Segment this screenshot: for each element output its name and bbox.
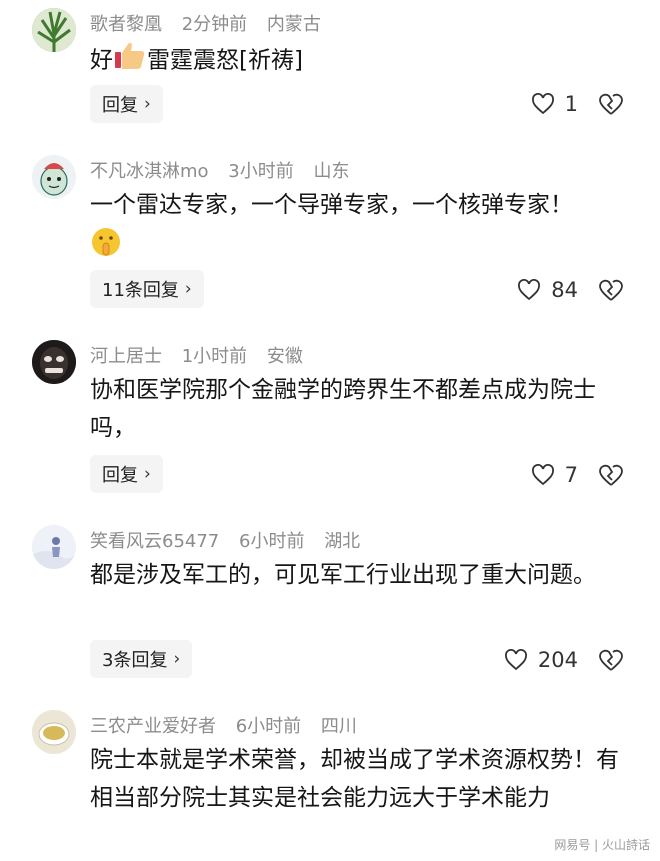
location: 四川: [320, 716, 357, 737]
timestamp: 2分钟前: [181, 14, 248, 35]
like-count: 84: [551, 278, 578, 302]
reply-button[interactable]: 3条回复 ›: [90, 640, 193, 678]
username[interactable]: 歌者黎凰: [90, 14, 162, 35]
avatar[interactable]: [32, 155, 76, 199]
comment-text-body: 院士本就是学术荣誉，却被当成了学术资源权势！有相当部分院士其实是社会能力远大于学…: [90, 747, 619, 811]
username[interactable]: 笑看风云65477: [90, 531, 219, 552]
tea-avatar-icon: [32, 710, 76, 754]
reply-button[interactable]: 11条回复 ›: [90, 270, 204, 308]
cartoon-avatar-icon: [32, 155, 76, 199]
heart-icon: [518, 279, 541, 301]
avatar[interactable]: [32, 525, 76, 569]
timestamp: 3小时前: [228, 161, 294, 182]
comment-meta: 三农产业爱好者 6小时前 四川: [90, 712, 371, 738]
snow-avatar-icon: [32, 525, 76, 569]
like-count: 204: [537, 648, 578, 672]
chevron-right-icon: ›: [173, 649, 181, 669]
mask-avatar-icon: [32, 340, 76, 384]
like-button[interactable]: 7: [531, 463, 578, 487]
avatar[interactable]: [32, 710, 76, 754]
location: 山东: [313, 161, 350, 182]
comment-text-body: 都是涉及军工的，可见军工行业出现了重大问题。: [90, 562, 596, 588]
dislike-icon[interactable]: [598, 278, 624, 302]
plant-avatar-icon: [32, 8, 76, 52]
avatar[interactable]: [32, 8, 76, 52]
comment-text: 都是涉及军工的，可见军工行业出现了重大问题。: [90, 556, 635, 594]
location: 内蒙古: [266, 14, 321, 35]
comment-meta: 不凡冰淇淋mo 3小时前 山东: [90, 157, 363, 183]
thumbs-up-icon: [113, 40, 147, 82]
heart-icon: [531, 464, 554, 486]
comment-text-part: 雷霆震怒[祈祷]: [147, 47, 303, 74]
timestamp: 1小时前: [181, 346, 248, 367]
comment-meta: 河上居士 1小时前 安徽: [90, 342, 317, 368]
comment-text-body: 协和医学院那个金融学的跨界生不都差点成为院士吗，: [90, 377, 596, 441]
watermark: 网易号 | 火山詩话: [554, 838, 650, 852]
chevron-right-icon: ›: [144, 94, 151, 114]
shush-emoji-icon: [90, 226, 122, 262]
username[interactable]: 不凡冰淇淋mo: [90, 161, 209, 182]
username[interactable]: 三农产业爱好者: [90, 716, 216, 737]
reply-button[interactable]: 回复 ›: [90, 455, 163, 493]
heart-icon: [531, 93, 554, 115]
timestamp: 6小时前: [239, 531, 305, 552]
like-button[interactable]: 84: [517, 278, 578, 302]
reply-label: 回复: [102, 465, 138, 486]
comment-meta: 歌者黎凰 2分钟前 内蒙古: [90, 10, 335, 36]
comment-text-part: 好: [90, 47, 113, 74]
reply-label: 3条回复: [102, 650, 168, 671]
dislike-icon[interactable]: [598, 648, 624, 672]
reply-button[interactable]: 回复 ›: [90, 85, 163, 123]
dislike-icon[interactable]: [598, 463, 624, 487]
comment-text: 好 雷霆震怒[祈祷]: [90, 40, 635, 82]
reply-label: 回复: [102, 95, 138, 116]
like-button[interactable]: 1: [531, 92, 578, 116]
dislike-icon[interactable]: [598, 92, 624, 116]
comment-text-body: 一个雷达专家，一个导弹专家，一个核弹专家！: [90, 192, 573, 218]
like-count: 7: [564, 463, 578, 487]
like-count: 1: [564, 92, 578, 116]
location: 湖北: [324, 531, 361, 552]
chevron-right-icon: ›: [144, 464, 151, 484]
timestamp: 6小时前: [235, 716, 302, 737]
location: 安徽: [266, 346, 303, 367]
like-button[interactable]: 204: [504, 648, 578, 672]
username[interactable]: 河上居士: [90, 346, 162, 367]
comment-text: 协和医学院那个金融学的跨界生不都差点成为院士吗，: [90, 371, 635, 447]
comment-text: 一个雷达专家，一个导弹专家，一个核弹专家！: [90, 186, 635, 224]
chevron-right-icon: ›: [184, 279, 192, 299]
avatar[interactable]: [32, 340, 76, 384]
comment-text: 院士本就是学术荣誉，却被当成了学术资源权势！有相当部分院士其实是社会能力远大于学…: [90, 741, 635, 817]
comment-meta: 笑看风云65477 6小时前 湖北: [90, 527, 374, 553]
heart-icon: [504, 649, 527, 671]
reply-label: 11条回复: [102, 280, 179, 301]
